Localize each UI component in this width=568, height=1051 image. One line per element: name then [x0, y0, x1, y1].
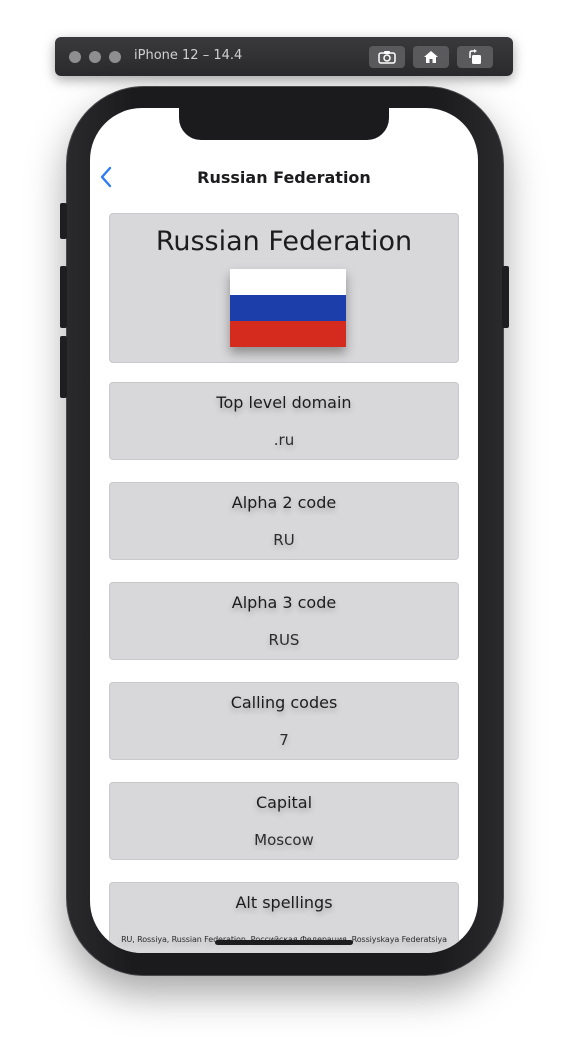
detail-card-alpha-3-code: Alpha 3 code RUS: [109, 582, 459, 660]
detail-value: 7: [279, 731, 289, 749]
detail-value: .ru: [273, 431, 295, 449]
window-minimize-button[interactable]: [89, 51, 101, 63]
notch: [179, 108, 389, 140]
flag-stripe-red: [230, 321, 346, 347]
home-indicator[interactable]: [215, 940, 353, 945]
simulator-device-title: iPhone 12 – 14.4: [134, 48, 243, 63]
power-button[interactable]: [502, 266, 509, 328]
detail-card-top-level-domain: Top level domain .ru: [109, 382, 459, 460]
detail-value: Moscow: [254, 831, 314, 849]
detail-card-calling-codes: Calling codes 7: [109, 682, 459, 760]
volume-up-button[interactable]: [60, 266, 67, 328]
volume-down-button[interactable]: [60, 336, 67, 398]
simulator-stage: iPhone 12 – 14.4 Russian Federation Russ…: [0, 0, 568, 1051]
detail-label: Alpha 3 code: [231, 593, 337, 612]
home-icon: [424, 51, 438, 63]
screenshot-icon: [378, 51, 396, 64]
detail-card-capital: Capital Moscow: [109, 782, 459, 860]
window-close-button[interactable]: [69, 51, 81, 63]
detail-card-alpha-2-code: Alpha 2 code RU: [109, 482, 459, 560]
country-name: Russian Federation: [155, 226, 413, 257]
home-button[interactable]: [413, 46, 449, 68]
detail-value: RUS: [268, 631, 300, 649]
device-screen: Russian Federation Russian Federation To…: [90, 108, 478, 953]
screenshot-button[interactable]: [369, 46, 405, 68]
rotate-button[interactable]: [457, 46, 493, 68]
detail-label: Calling codes: [230, 693, 338, 712]
detail-label: Alt spellings: [235, 893, 333, 912]
mute-switch[interactable]: [60, 203, 67, 239]
detail-label: Capital: [255, 793, 313, 812]
detail-label: Top level domain: [216, 393, 352, 412]
detail-label: Alpha 2 code: [231, 493, 337, 512]
flag-image: [230, 269, 346, 347]
country-header-card: Russian Federation: [109, 213, 459, 363]
nav-title: Russian Federation: [197, 168, 371, 187]
window-zoom-button[interactable]: [109, 51, 121, 63]
flag-stripe-white: [230, 269, 346, 295]
rotate-icon: [469, 49, 481, 64]
flag-stripe-blue: [230, 295, 346, 321]
detail-value: RU: [273, 531, 295, 549]
simulator-toolbar: iPhone 12 – 14.4: [55, 37, 513, 76]
